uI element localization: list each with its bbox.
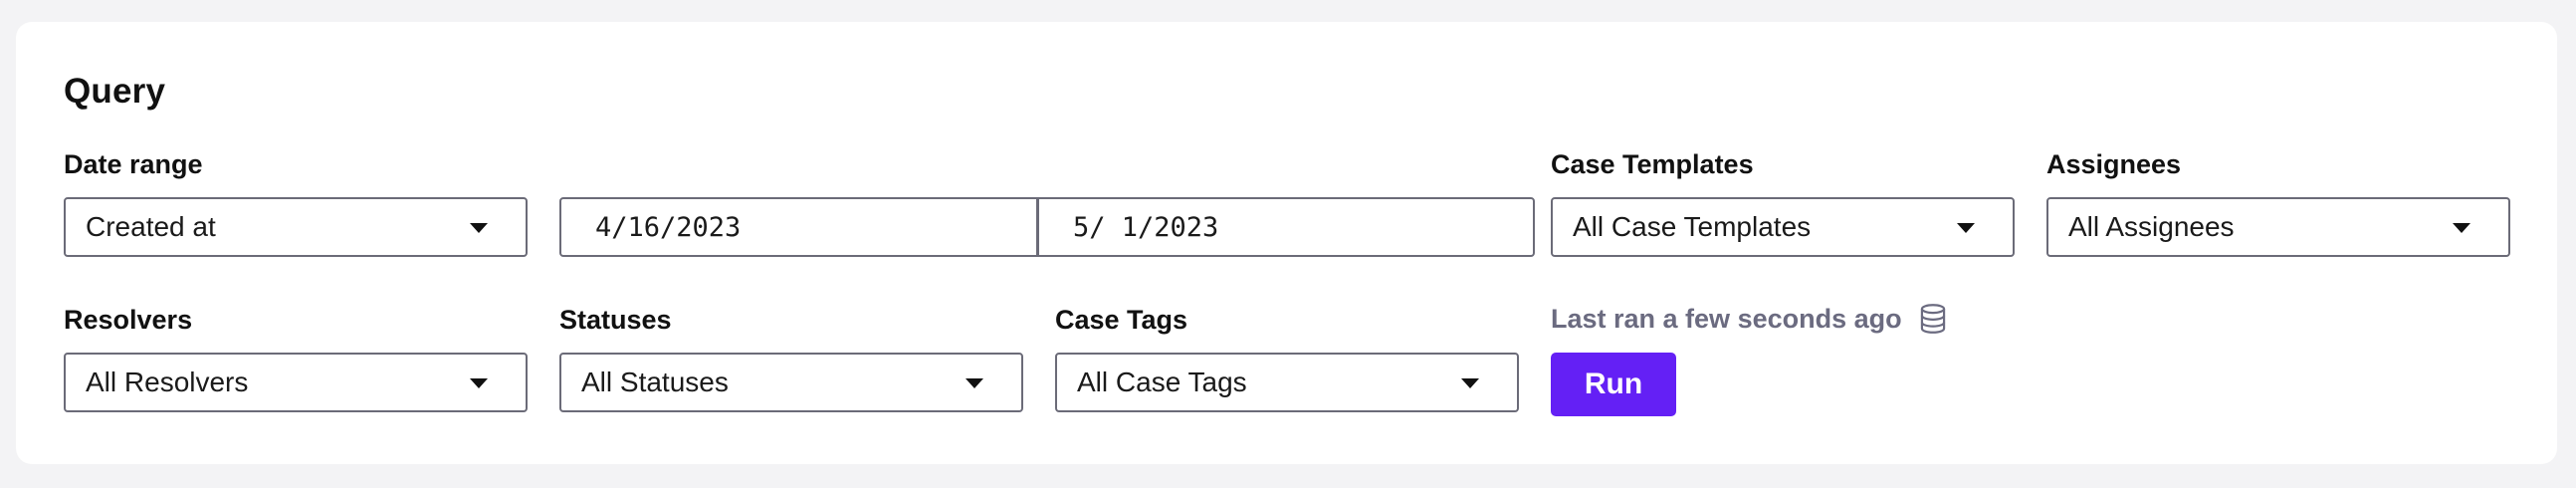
statuses-select[interactable]: All Statuses [559,353,1023,412]
caret-down-icon [470,223,488,233]
statuses-label: Statuses [559,305,672,335]
resolvers-value: All Resolvers [86,366,249,397]
caret-down-icon [1461,378,1479,388]
case-tags-value: All Case Tags [1077,366,1247,397]
caret-down-icon [470,378,488,388]
assignees-value: All Assignees [2068,211,2235,242]
resolvers-select[interactable]: All Resolvers [64,353,528,412]
assignees-label: Assignees [2046,149,2182,179]
case-templates-select[interactable]: All Case Templates [1551,197,2015,257]
caret-down-icon [1957,223,1975,233]
caret-down-icon [966,378,983,388]
run-button[interactable]: Run [1551,353,1676,416]
resolvers-label: Resolvers [64,305,193,335]
date-field-value: Created at [86,211,216,242]
statuses-value: All Statuses [581,366,729,397]
query-title: Query [64,72,166,111]
caret-down-icon [2453,223,2470,233]
case-templates-label: Case Templates [1551,149,1754,179]
date-field-select[interactable]: Created at [64,197,528,257]
last-ran-text: Last ran a few seconds ago [1551,303,1902,334]
case-tags-select[interactable]: All Case Tags [1055,353,1519,412]
end-date-input[interactable]: 5/ 1/2023 [1038,197,1535,257]
database-icon [1920,304,1945,334]
date-range-label: Date range [64,149,203,179]
query-card: Query Date range Case Templates Assignee… [16,22,2557,464]
last-ran-status: Last ran a few seconds ago [1551,303,1948,335]
case-templates-value: All Case Templates [1573,211,1812,242]
start-date-input[interactable]: 4/16/2023 [559,197,1038,257]
case-tags-label: Case Tags [1055,305,1188,335]
assignees-select[interactable]: All Assignees [2046,197,2510,257]
